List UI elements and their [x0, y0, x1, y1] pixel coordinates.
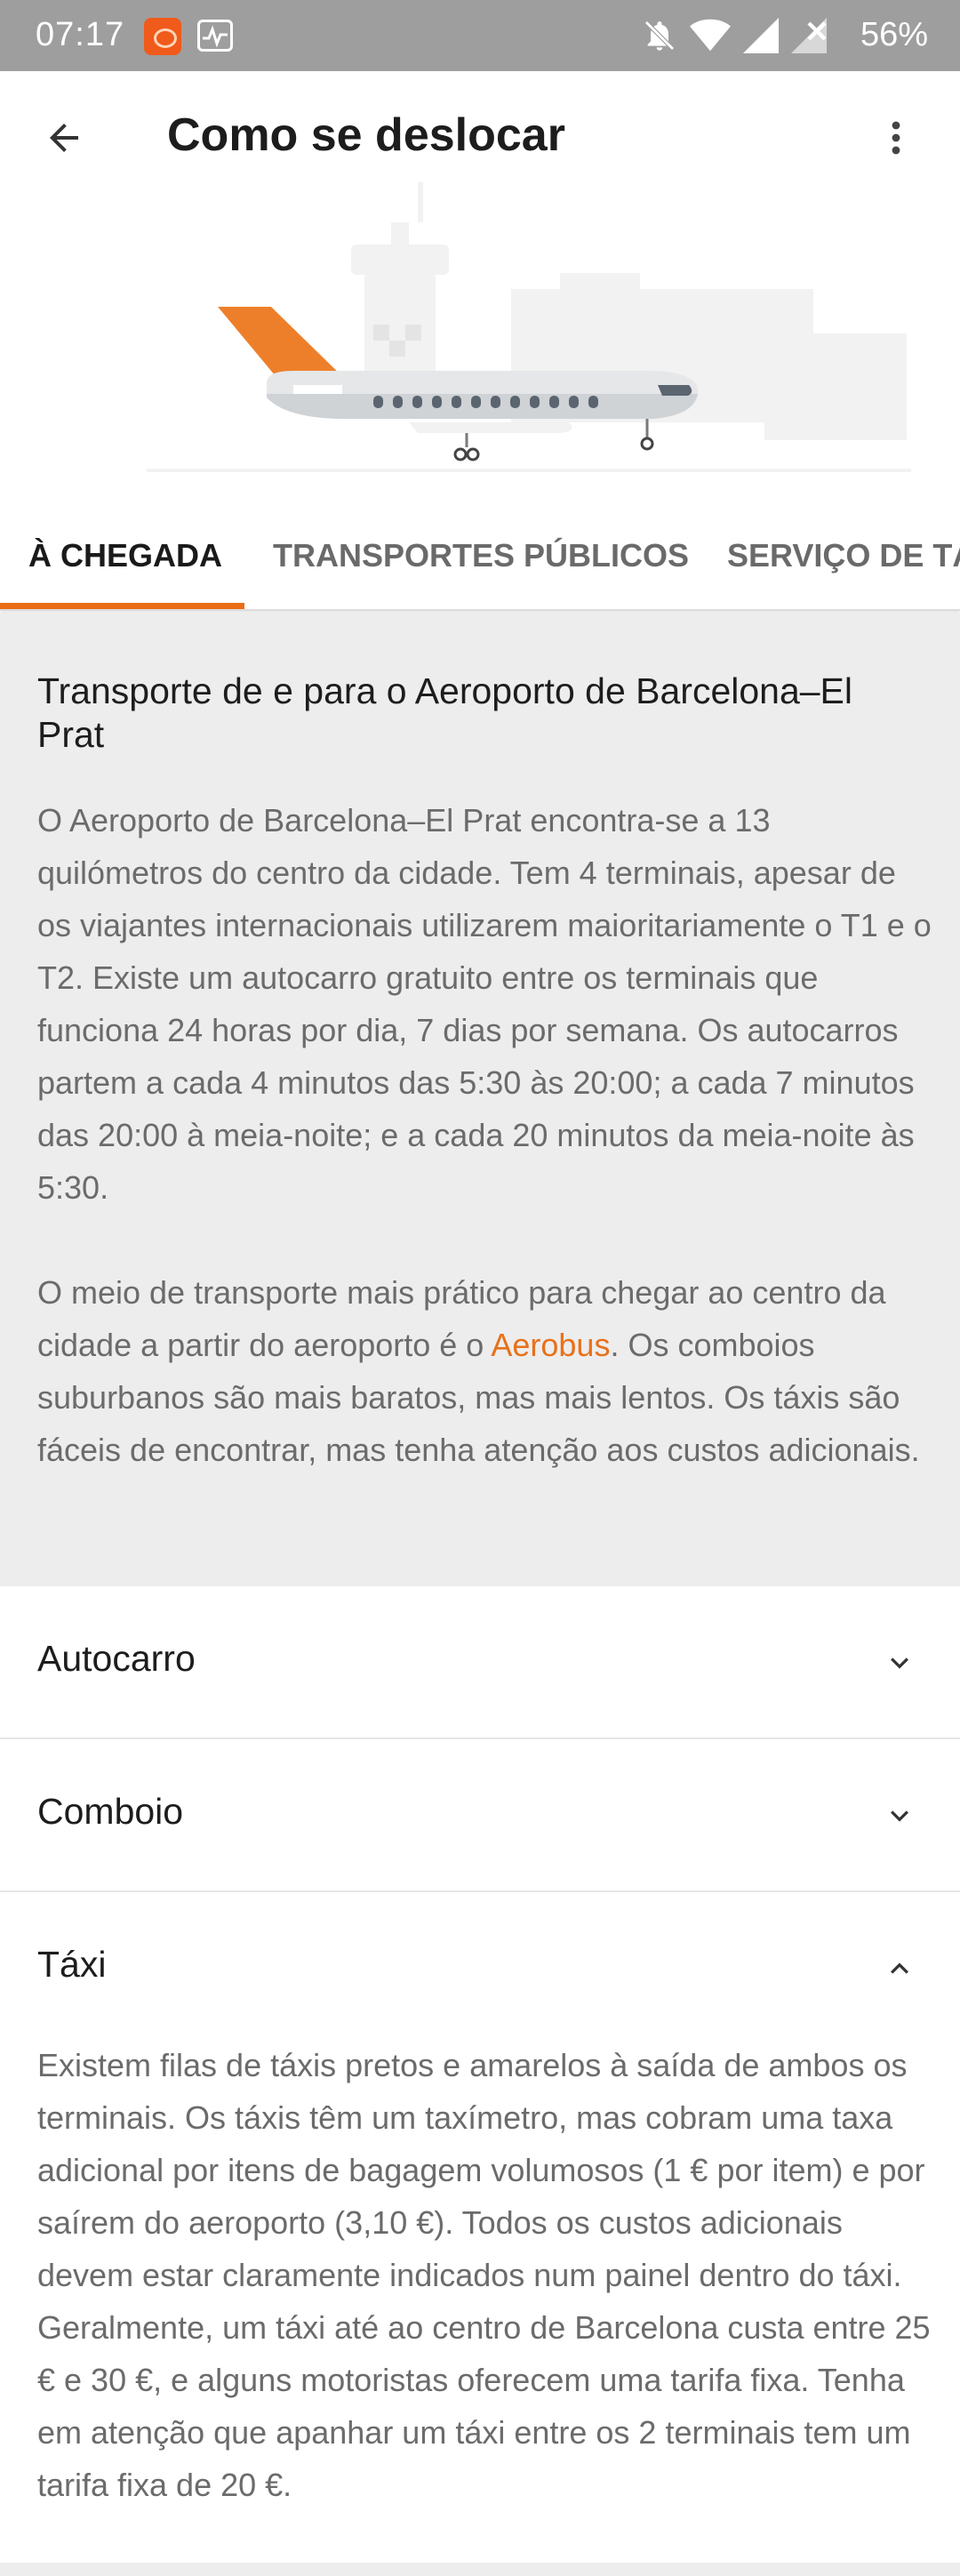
tab-public-transport[interactable]: TRANSPORTES PÚBLICOS	[273, 511, 689, 609]
accordion-train-label: Comboio	[37, 1791, 184, 1832]
intro-paragraph-1: O Aeroporto de Barcelona–El Prat encontr…	[37, 802, 932, 1206]
accordion-bus[interactable]: Autocarro	[0, 1586, 960, 1739]
activity-icon	[197, 20, 233, 52]
chevron-down-icon	[878, 1794, 921, 1837]
taxi-description: Existem filas de táxis pretos e amarelos…	[37, 2047, 931, 2503]
intro-section: Transporte de e para o Aeroporto de Barc…	[0, 613, 960, 1586]
more-options-button[interactable]	[868, 109, 924, 166]
active-tab-indicator	[0, 603, 244, 609]
battery-level: 56%	[860, 16, 928, 53]
accordion-taxi[interactable]: Táxi	[0, 1892, 960, 2045]
tab-arrival[interactable]: À CHEGADA	[28, 511, 222, 609]
no-sim-icon	[791, 18, 827, 53]
page-title: Como se deslocar	[167, 109, 565, 161]
intro-paragraph-2: O meio de transporte mais prático para c…	[37, 1266, 935, 1476]
accordion-taxi-label: Táxi	[37, 1944, 107, 1985]
status-icons	[642, 14, 827, 57]
more-vertical-icon	[892, 121, 900, 155]
accordion-train[interactable]: Comboio	[0, 1739, 960, 1892]
status-time: 07:17	[36, 16, 125, 53]
signal-icon	[743, 18, 779, 53]
aerobus-link[interactable]: Aerobus	[491, 1327, 610, 1363]
tab-bar: À CHEGADA TRANSPORTES PÚBLICOS SERVIÇO D…	[0, 511, 960, 611]
back-button[interactable]	[36, 109, 92, 166]
bell-off-icon	[644, 20, 675, 51]
status-bar: 07:17 56%	[0, 0, 960, 71]
tab-taxi-service[interactable]: SERVIÇO DE TÁXI	[727, 511, 960, 609]
arrow-left-icon	[50, 124, 78, 152]
chevron-up-icon	[878, 1947, 921, 1990]
chevron-down-icon	[878, 1641, 921, 1684]
hero-illustration	[0, 173, 960, 511]
notification-app-icon	[144, 18, 181, 55]
airplane-illustration	[147, 182, 911, 472]
bottom-divider	[0, 2563, 960, 2576]
section-title: Transporte de e para o Aeroporto de Barc…	[37, 670, 853, 755]
accordion-bus-label: Autocarro	[37, 1638, 196, 1679]
intro-text: O Aeroporto de Barcelona–El Prat encontr…	[37, 794, 935, 1476]
wifi-icon	[690, 19, 731, 52]
